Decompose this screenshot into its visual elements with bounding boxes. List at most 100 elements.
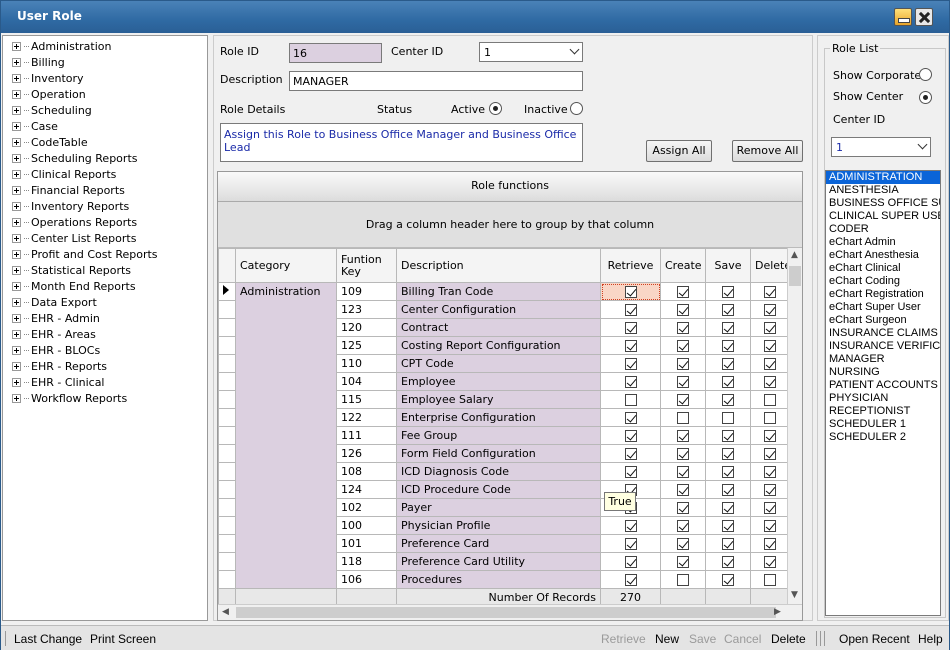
retrieve-cell[interactable] (600, 534, 661, 553)
delete-cell[interactable] (750, 462, 789, 481)
save-cell[interactable] (705, 354, 751, 373)
create-cell[interactable] (660, 282, 706, 301)
row-selector[interactable] (218, 570, 236, 589)
role-list-item[interactable]: SCHEDULER 2 (826, 431, 940, 444)
retrieve-cell[interactable] (600, 462, 661, 481)
retrieve-cell[interactable] (600, 516, 661, 535)
delete-cell[interactable] (750, 372, 789, 391)
role-list-item[interactable]: eChart Clinical (826, 262, 940, 275)
description-cell[interactable]: Contract (396, 318, 601, 337)
horizontal-scroll-thumb[interactable] (236, 607, 776, 618)
description-field[interactable]: MANAGER (289, 71, 583, 91)
retrieve-cell[interactable] (600, 444, 661, 463)
expand-icon[interactable] (12, 89, 21, 99)
role-listbox[interactable]: ADMINISTRATION ANESTHESIA BUSINESS OFFICE … (825, 170, 941, 616)
description-cell[interactable]: ICD Diagnosis Code (396, 462, 601, 481)
permission-checkbox[interactable] (722, 520, 734, 532)
expand-icon[interactable] (12, 313, 21, 323)
function-key-cell[interactable]: 123 (336, 300, 397, 319)
permission-checkbox[interactable] (624, 412, 637, 424)
retrieve-cell[interactable] (600, 300, 661, 319)
permission-checkbox[interactable] (677, 502, 689, 514)
row-selector[interactable] (218, 372, 236, 391)
create-cell[interactable] (660, 462, 706, 481)
row-selector[interactable] (218, 480, 236, 499)
assign-all-button[interactable]: Assign All (646, 140, 712, 162)
expand-icon[interactable] (12, 329, 21, 339)
row-selector[interactable] (218, 408, 236, 427)
description-cell[interactable]: CPT Code (396, 354, 601, 373)
permission-checkbox[interactable] (722, 340, 734, 352)
remove-all-button[interactable]: Remove All (732, 140, 803, 162)
expand-icon[interactable] (12, 281, 21, 291)
table-row[interactable]: Administration 109 Billing Tran Code (218, 282, 789, 589)
grid-vertical-scrollbar[interactable]: ▲ ▼ (787, 248, 802, 604)
delete-button[interactable]: Delete (771, 632, 806, 646)
tree-item[interactable]: Clinical Reports (12, 166, 116, 182)
scroll-thumb[interactable] (789, 266, 801, 286)
tree-item[interactable]: Operations Reports (12, 214, 137, 230)
role-list-item[interactable]: INSURANCE CLAIMS (826, 327, 940, 340)
role-list-item[interactable]: BUSINESS OFFICE SU (826, 197, 940, 210)
show-center-radio[interactable] (919, 91, 932, 104)
description-cell[interactable]: Procedures (396, 570, 601, 589)
tree-item[interactable]: Billing (12, 54, 65, 70)
expand-icon[interactable] (12, 185, 21, 195)
save-cell[interactable] (705, 534, 751, 553)
delete-cell[interactable] (750, 570, 789, 589)
description-cell[interactable]: Employee (396, 372, 601, 391)
retrieve-cell[interactable] (600, 552, 661, 571)
permission-checkbox[interactable] (763, 556, 776, 568)
role-list-item[interactable]: ANESTHESIA (826, 184, 940, 197)
permission-checkbox[interactable] (763, 502, 776, 514)
permission-checkbox[interactable] (722, 286, 734, 298)
permission-checkbox[interactable] (722, 322, 734, 334)
function-key-cell[interactable]: 100 (336, 516, 397, 535)
function-key-cell[interactable]: 110 (336, 354, 397, 373)
permission-checkbox[interactable] (624, 376, 637, 388)
permission-checkbox[interactable] (624, 574, 637, 586)
permission-checkbox[interactable] (624, 520, 637, 532)
permission-checkbox[interactable] (677, 430, 689, 442)
delete-cell[interactable] (750, 408, 789, 427)
create-cell[interactable] (660, 300, 706, 319)
permission-checkbox[interactable] (763, 340, 776, 352)
tree-item[interactable]: EHR - Admin (12, 310, 100, 326)
save-cell[interactable] (705, 336, 751, 355)
minimize-icon[interactable] (894, 8, 912, 26)
permission-checkbox[interactable] (624, 448, 637, 460)
retrieve-cell[interactable] (600, 336, 661, 355)
function-key-cell[interactable]: 109 (336, 282, 397, 301)
save-cell[interactable] (705, 462, 751, 481)
permission-checkbox[interactable] (722, 502, 734, 514)
column-header-description[interactable]: Description (396, 248, 601, 283)
permission-checkbox[interactable] (677, 394, 689, 406)
function-key-cell[interactable]: 102 (336, 498, 397, 517)
column-header-save[interactable]: Save (705, 248, 751, 283)
active-radio[interactable] (489, 102, 502, 115)
row-selector[interactable] (218, 462, 236, 481)
scroll-left-icon[interactable]: ◀ (222, 607, 229, 617)
grid-horizontal-scrollbar[interactable]: ◀ ▶ (218, 604, 802, 620)
create-cell[interactable] (660, 516, 706, 535)
save-cell[interactable] (705, 516, 751, 535)
tree-item[interactable]: Inventory Reports (12, 198, 129, 214)
role-id-field[interactable]: 16 (289, 43, 382, 63)
tree-item[interactable]: EHR - Areas (12, 326, 96, 342)
cancel-button[interactable]: Cancel (724, 632, 761, 646)
function-key-cell[interactable]: 122 (336, 408, 397, 427)
role-list-item[interactable]: eChart Surgeon (826, 314, 940, 327)
tree-item[interactable]: CodeTable (12, 134, 88, 150)
function-key-cell[interactable]: 124 (336, 480, 397, 499)
function-key-cell[interactable]: 108 (336, 462, 397, 481)
tree-item[interactable]: Profit and Cost Reports (12, 246, 158, 262)
save-cell[interactable] (705, 372, 751, 391)
expand-icon[interactable] (12, 265, 21, 275)
expand-icon[interactable] (12, 393, 21, 403)
permission-checkbox[interactable] (722, 304, 734, 316)
tree-item[interactable]: Financial Reports (12, 182, 125, 198)
tree-item[interactable]: Month End Reports (12, 278, 136, 294)
expand-icon[interactable] (12, 169, 21, 179)
delete-cell[interactable] (750, 336, 789, 355)
save-cell[interactable] (705, 570, 751, 589)
